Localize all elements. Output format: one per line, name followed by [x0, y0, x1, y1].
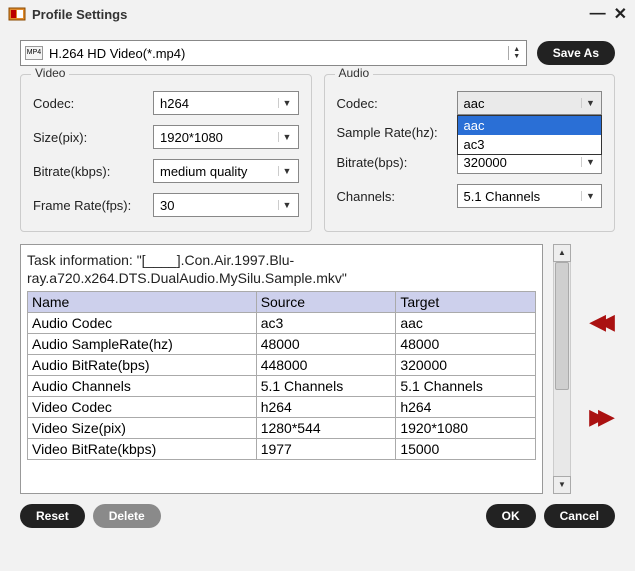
- scroll-thumb[interactable]: [555, 262, 569, 390]
- bottom-bar: Reset Delete OK Cancel: [0, 494, 635, 538]
- table-cell: 448000: [256, 355, 396, 376]
- video-framerate-label: Frame Rate(fps):: [33, 198, 153, 213]
- table-cell: Video BitRate(kbps): [28, 439, 257, 460]
- audio-channels-select[interactable]: 5.1 Channels ▼: [457, 184, 603, 208]
- stepper-arrows-icon[interactable]: ▲▼: [508, 46, 522, 60]
- profile-select[interactable]: MP4 H.264 HD Video(*.mp4) ▲▼: [20, 40, 527, 66]
- table-cell: Audio BitRate(bps): [28, 355, 257, 376]
- table-cell: 1280*544: [256, 418, 396, 439]
- scroll-down-icon[interactable]: ▼: [553, 476, 571, 494]
- table-cell: 48000: [396, 334, 536, 355]
- cancel-button[interactable]: Cancel: [544, 504, 615, 528]
- audio-panel-title: Audio: [335, 66, 374, 80]
- scroll-up-icon[interactable]: ▲: [553, 244, 571, 262]
- table-cell: 5.1 Channels: [396, 376, 536, 397]
- table-cell: 1977: [256, 439, 396, 460]
- delete-button[interactable]: Delete: [93, 504, 161, 528]
- task-info-text: Task information: "[____].Con.Air.1997.B…: [27, 251, 536, 287]
- dropdown-option-ac3[interactable]: ac3: [458, 135, 602, 154]
- chevron-down-icon: ▼: [278, 166, 292, 176]
- table-cell: Audio Codec: [28, 313, 257, 334]
- table-row: Audio BitRate(bps)448000320000: [28, 355, 536, 376]
- table-cell: 15000: [396, 439, 536, 460]
- audio-codec-dropdown: aac ac3: [457, 115, 603, 155]
- video-bitrate-select[interactable]: medium quality ▼: [153, 159, 299, 183]
- table-cell: aac: [396, 313, 536, 334]
- scrollbar[interactable]: ▲ ▼: [551, 244, 573, 494]
- chevron-down-icon: ▼: [278, 132, 292, 142]
- video-codec-select[interactable]: h264 ▼: [153, 91, 299, 115]
- video-framerate-select[interactable]: 30 ▼: [153, 193, 299, 217]
- save-as-button[interactable]: Save As: [537, 41, 615, 65]
- audio-channels-label: Channels:: [337, 189, 457, 204]
- mp4-icon: MP4: [25, 46, 43, 60]
- scroll-track[interactable]: [553, 262, 571, 476]
- table-header: Name: [28, 292, 257, 313]
- chevron-down-icon: ▼: [581, 157, 595, 167]
- audio-samplerate-label: Sample Rate(hz):: [337, 125, 457, 140]
- table-header: Target: [396, 292, 536, 313]
- video-size-label: Size(pix):: [33, 130, 153, 145]
- app-icon: [8, 5, 26, 23]
- table-cell: ac3: [256, 313, 396, 334]
- audio-panel: Audio Codec: aac ▼ aac ac3 Sample Rate(h…: [324, 74, 616, 232]
- audio-codec-label: Codec:: [337, 96, 457, 111]
- table-row: Audio Channels5.1 Channels5.1 Channels: [28, 376, 536, 397]
- audio-codec-select[interactable]: aac ▼ aac ac3: [457, 91, 603, 115]
- table-row: Audio Codecac3aac: [28, 313, 536, 334]
- chevron-down-icon: ▼: [581, 191, 595, 201]
- table-cell: 320000: [396, 355, 536, 376]
- video-bitrate-label: Bitrate(kbps):: [33, 164, 153, 179]
- info-area: Task information: "[____].Con.Air.1997.B…: [20, 244, 615, 494]
- ok-button[interactable]: OK: [486, 504, 536, 528]
- table-row: Video BitRate(kbps)197715000: [28, 439, 536, 460]
- minimize-button[interactable]: —: [590, 5, 606, 23]
- chevron-down-icon: ▼: [581, 98, 595, 108]
- reset-button[interactable]: Reset: [20, 504, 85, 528]
- info-table: NameSourceTarget Audio Codecac3aacAudio …: [27, 291, 536, 460]
- video-codec-label: Codec:: [33, 96, 153, 111]
- rewind-button[interactable]: ◀◀: [589, 309, 607, 335]
- table-cell: Video Codec: [28, 397, 257, 418]
- table-cell: 48000: [256, 334, 396, 355]
- table-cell: 5.1 Channels: [256, 376, 396, 397]
- video-panel: Video Codec: h264 ▼ Size(pix): 1920*1080…: [20, 74, 312, 232]
- table-cell: 1920*1080: [396, 418, 536, 439]
- table-row: Video Codech264h264: [28, 397, 536, 418]
- profile-text: H.264 HD Video(*.mp4): [49, 46, 508, 61]
- chevron-down-icon: ▼: [278, 98, 292, 108]
- audio-bitrate-label: Bitrate(bps):: [337, 155, 457, 170]
- table-header: Source: [256, 292, 396, 313]
- chevron-down-icon: ▼: [278, 200, 292, 210]
- forward-button[interactable]: ▶▶: [589, 404, 607, 430]
- table-cell: h264: [256, 397, 396, 418]
- window-title: Profile Settings: [32, 7, 582, 22]
- table-cell: Video Size(pix): [28, 418, 257, 439]
- table-cell: h264: [396, 397, 536, 418]
- titlebar: Profile Settings — ✕: [0, 0, 635, 28]
- dropdown-option-aac[interactable]: aac: [458, 116, 602, 135]
- table-row: Audio SampleRate(hz)4800048000: [28, 334, 536, 355]
- task-info-box: Task information: "[____].Con.Air.1997.B…: [20, 244, 543, 494]
- table-cell: Audio SampleRate(hz): [28, 334, 257, 355]
- side-arrows: ◀◀ ▶▶: [581, 244, 615, 494]
- video-panel-title: Video: [31, 66, 69, 80]
- video-size-select[interactable]: 1920*1080 ▼: [153, 125, 299, 149]
- table-row: Video Size(pix)1280*5441920*1080: [28, 418, 536, 439]
- table-cell: Audio Channels: [28, 376, 257, 397]
- top-row: MP4 H.264 HD Video(*.mp4) ▲▼ Save As: [0, 28, 635, 74]
- close-button[interactable]: ✕: [614, 4, 627, 24]
